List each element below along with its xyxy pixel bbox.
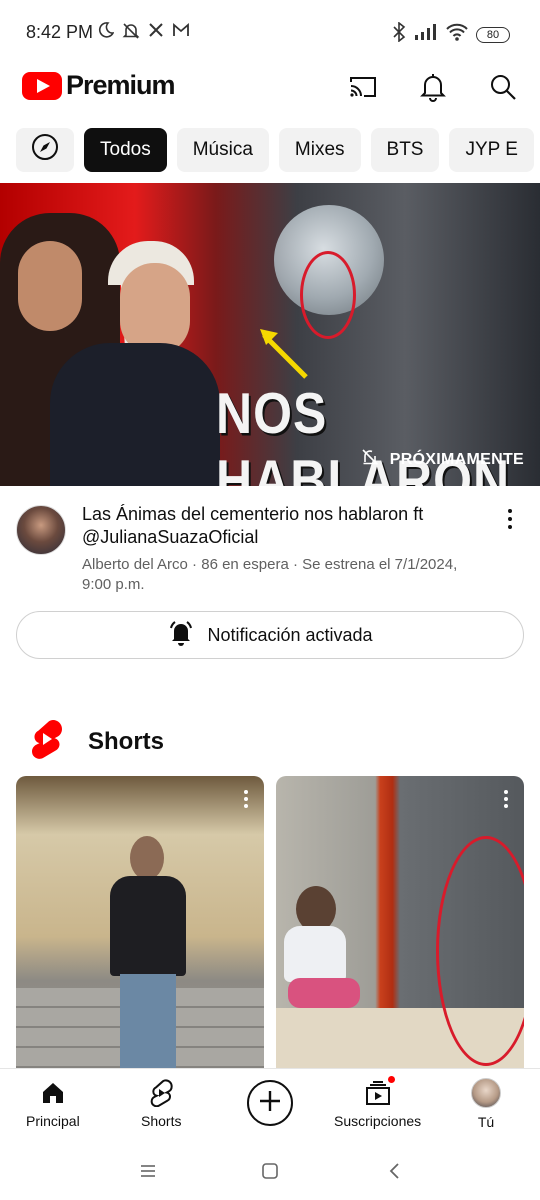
search-icon[interactable]	[486, 70, 520, 104]
yellow-arrow-icon	[260, 329, 308, 379]
status-bar: 8:42 PM 80	[0, 0, 540, 66]
nav-suscripciones[interactable]: Suscripciones	[334, 1069, 421, 1139]
home-button-icon[interactable]	[258, 1159, 282, 1183]
channel-avatar[interactable]	[16, 505, 66, 555]
shorts-logo-icon	[28, 718, 64, 765]
shorts-section-title: Shorts	[88, 727, 165, 755]
youtube-play-icon	[22, 71, 62, 100]
notification-dot	[386, 1075, 396, 1084]
thumbnail-person-face	[120, 263, 190, 355]
gmail-icon	[172, 22, 190, 45]
nav-suscripciones-label: Suscripciones	[334, 1113, 422, 1129]
android-navigation-bar	[0, 1145, 540, 1200]
avatar	[471, 1078, 501, 1108]
nav-shorts[interactable]: Shorts	[141, 1069, 181, 1139]
moon-icon	[98, 22, 115, 45]
video-title[interactable]: Las Ánimas del cementerio nos hablaron f…	[82, 503, 482, 549]
create-button[interactable]	[247, 1080, 293, 1126]
nav-tu-label: Tú	[477, 1114, 495, 1130]
wifi-icon	[446, 23, 468, 46]
chip-todos[interactable]: Todos	[84, 128, 167, 172]
shorts-icon	[147, 1079, 175, 1107]
cast-icon[interactable]	[346, 70, 380, 104]
chip-jyp[interactable]: JYP E	[449, 128, 534, 172]
chip-bts[interactable]: BTS	[370, 128, 440, 172]
logo-text: Premium	[66, 70, 176, 100]
status-notification-icons	[98, 22, 190, 45]
status-time: 8:42 PM	[26, 22, 94, 42]
subscriptions-icon	[364, 1075, 396, 1107]
youtube-premium-logo[interactable]: Premium	[22, 70, 176, 101]
video-subtitle: Alberto del Arco · 86 en espera · Se est…	[82, 556, 458, 593]
short-more-icon[interactable]	[504, 790, 510, 808]
premiere-badge-label: PRÓXIMAMENTE	[389, 450, 524, 468]
status-system-icons: 80	[392, 21, 510, 47]
category-chips: Todos Música Mixes BTS JYP E	[16, 128, 540, 172]
nav-principal[interactable]: Principal	[26, 1069, 80, 1139]
shorts-header: Shorts	[28, 718, 164, 765]
short-card-1[interactable]	[16, 776, 264, 1068]
bell-off-icon	[122, 22, 140, 45]
home-icon	[39, 1079, 67, 1107]
compass-icon	[30, 132, 60, 168]
nav-principal-label: Principal	[26, 1113, 80, 1129]
video-thumbnail[interactable]: NOS HABLARON PRÓXIMAMENTE	[0, 183, 540, 486]
x-icon	[148, 22, 164, 45]
create-icon	[257, 1088, 283, 1119]
bell-ringing-icon	[167, 619, 195, 652]
short-card-2[interactable]	[276, 776, 524, 1068]
video-metadata: Las Ánimas del cementerio nos hablaron f…	[0, 503, 540, 603]
explore-chip[interactable]	[16, 128, 74, 172]
bell-off-icon	[360, 447, 380, 472]
thumbnail-person-center	[50, 343, 220, 486]
nav-shorts-label: Shorts	[141, 1113, 182, 1129]
app-header: Premium	[0, 66, 540, 122]
more-options-icon[interactable]	[504, 507, 516, 531]
nav-tu[interactable]: Tú	[471, 1069, 501, 1139]
premiere-badge: PRÓXIMAMENTE	[360, 447, 524, 472]
battery-indicator: 80	[476, 26, 510, 43]
notification-button[interactable]: Notificación activada	[16, 611, 524, 659]
short-1-person	[110, 836, 186, 1068]
notification-button-label: Notificación activada	[207, 624, 373, 645]
recents-icon[interactable]	[136, 1159, 160, 1183]
bell-icon[interactable]	[416, 70, 450, 104]
signal-icon	[414, 24, 438, 45]
back-icon[interactable]	[382, 1159, 406, 1183]
chip-musica[interactable]: Música	[176, 128, 269, 172]
short-2-girl	[284, 886, 364, 1008]
header-actions	[346, 70, 520, 104]
bluetooth-icon	[392, 21, 406, 47]
chip-mixes[interactable]: Mixes	[278, 128, 361, 172]
short-more-icon[interactable]	[244, 790, 250, 808]
